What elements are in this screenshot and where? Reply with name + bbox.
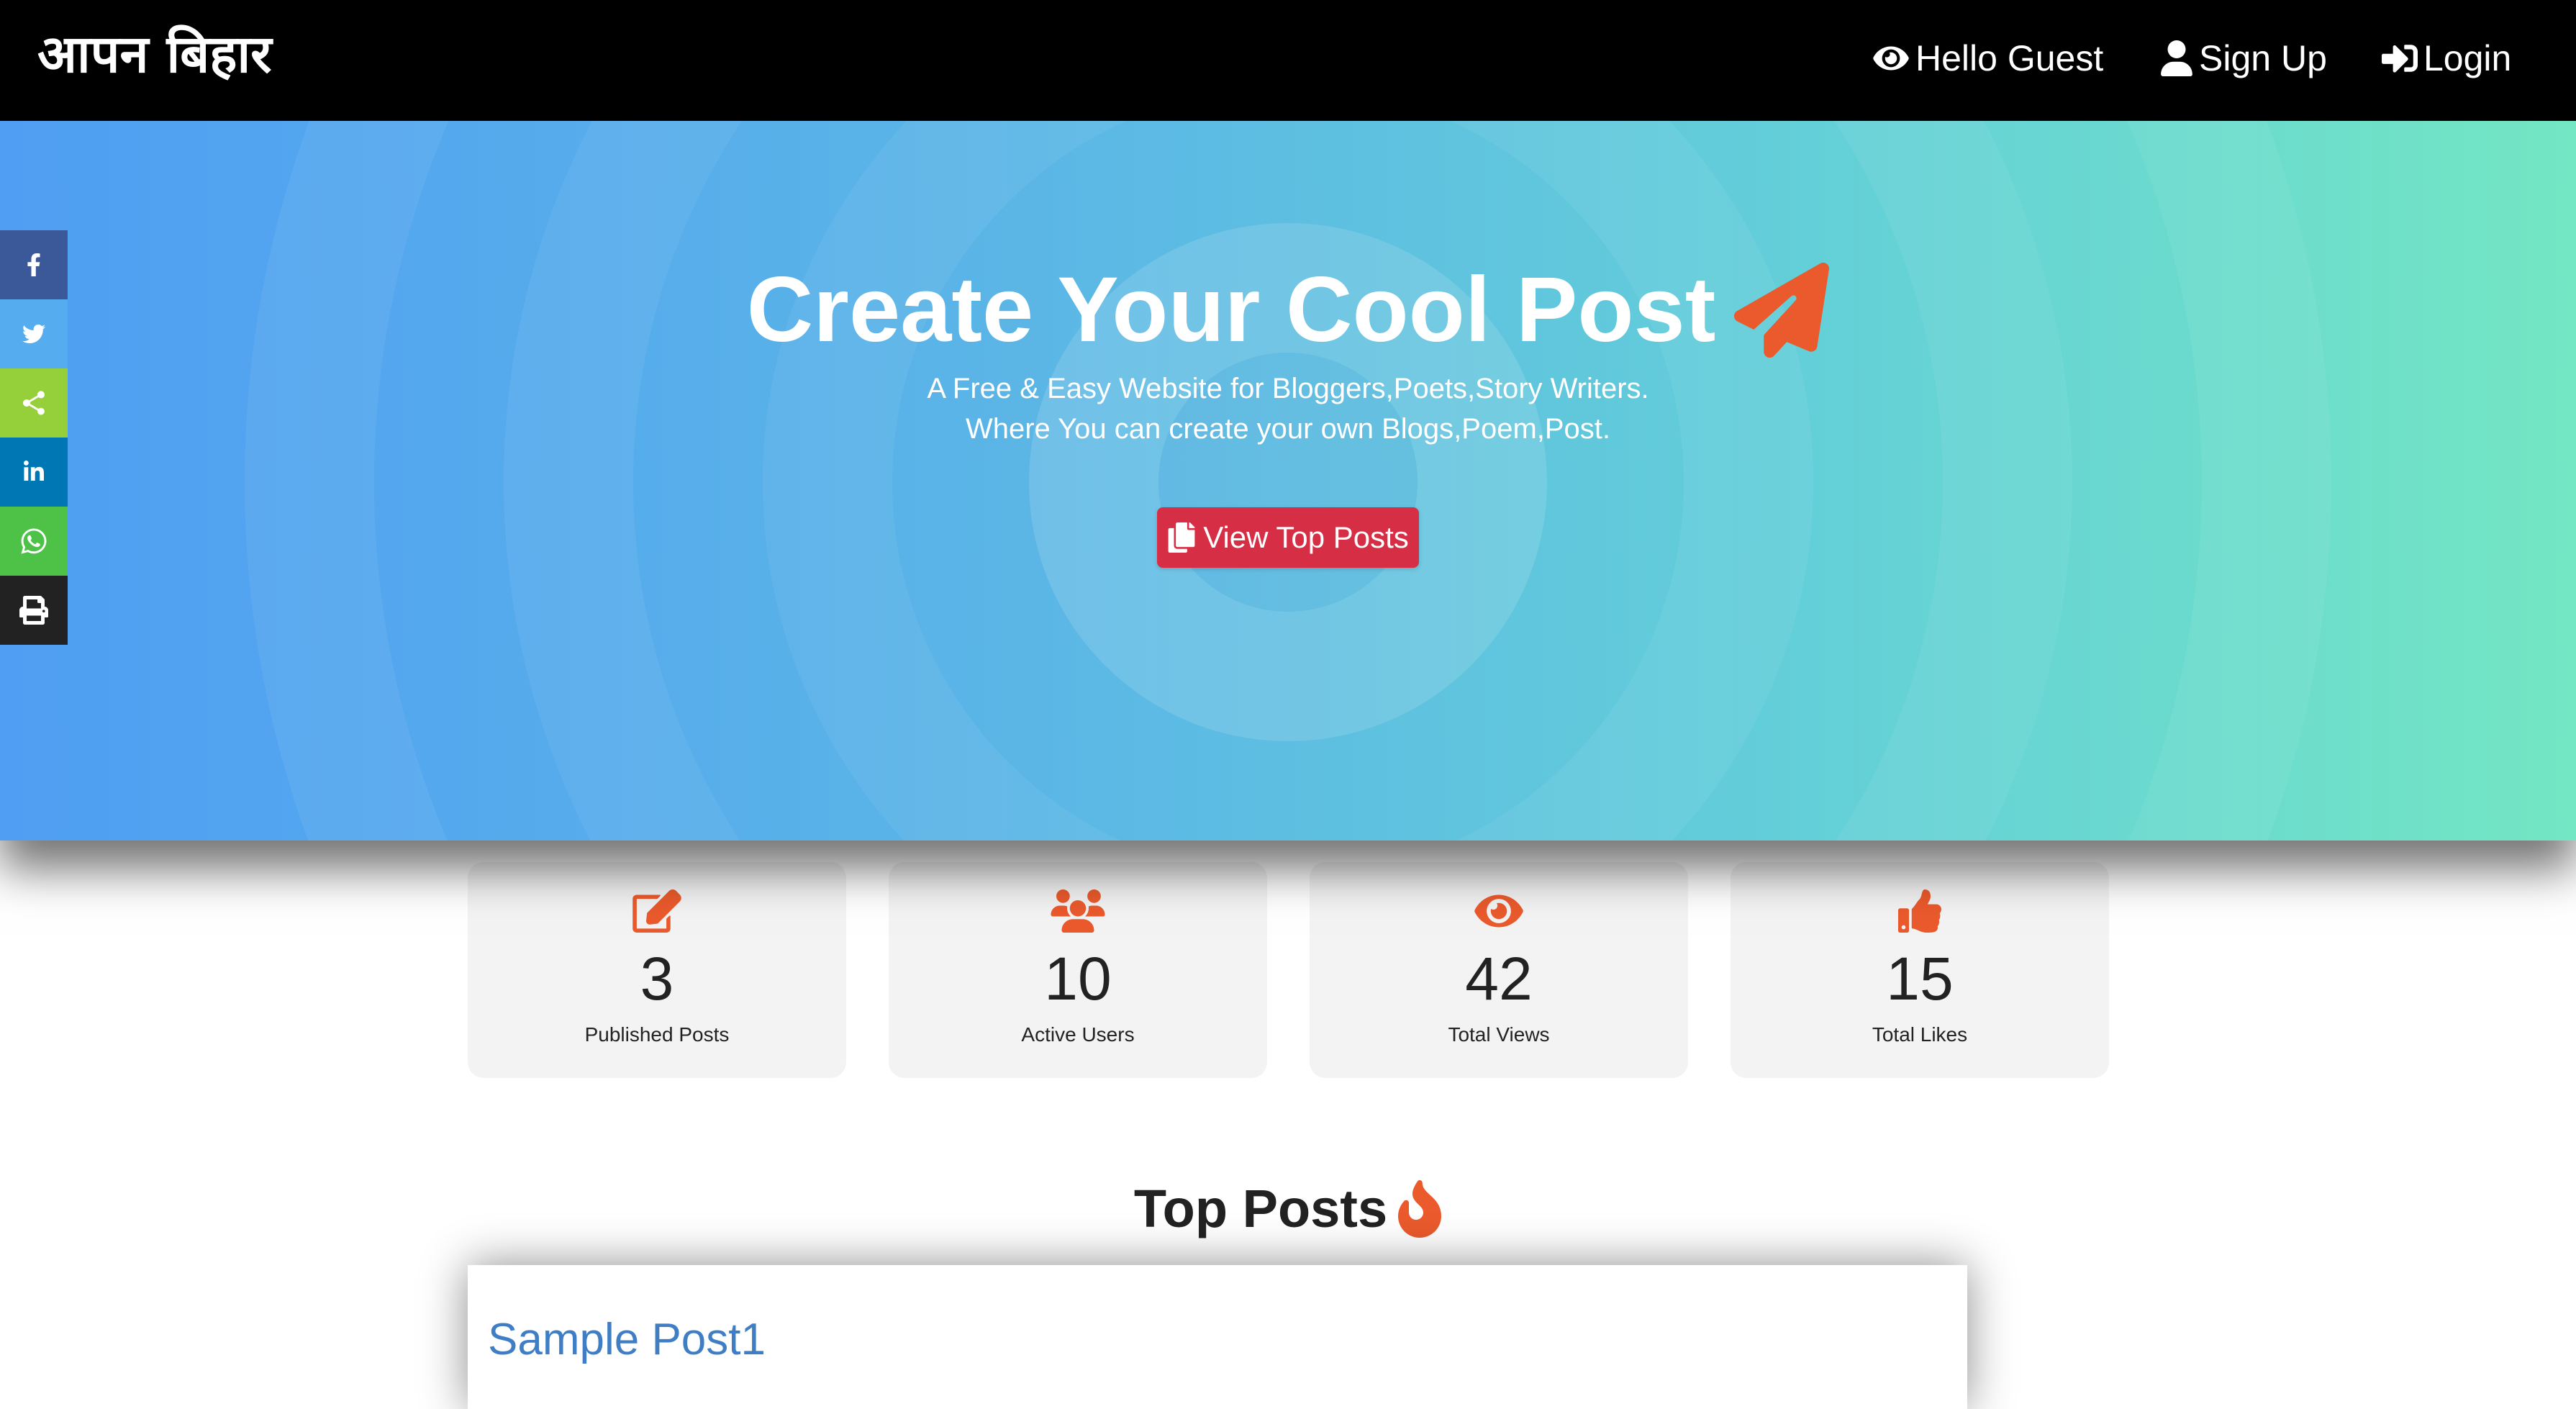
stat-value: 10 [1044,945,1112,1012]
nav-login[interactable]: Login [2382,33,2511,83]
copy-icon [1168,522,1195,553]
linkedin-icon [24,461,44,481]
stat-label: Active Users [1021,1023,1135,1046]
eye-icon [1873,46,1909,71]
whatsapp-share-button[interactable] [0,507,68,576]
social-share-bar [0,230,68,645]
stat-value: 15 [1886,945,1954,1012]
stat-card-published-posts: 3 Published Posts [468,862,846,1078]
top-posts-title: Top Posts [1133,1179,1388,1238]
print-icon [19,596,48,625]
stat-value: 42 [1465,945,1533,1012]
eye-icon [1474,894,1523,928]
top-navbar: आपन बिहार Hello Guest Sign Up Login [0,0,2576,121]
user-icon [2161,40,2192,76]
thumbs-up-icon [1898,889,1941,933]
paper-plane-icon [1734,263,1830,358]
stat-card-total-likes: 15 Total Likes [1731,862,2109,1078]
hero-title: Create Your Cool Post [0,256,2576,364]
hero-title-text: Create Your Cool Post [746,258,1716,361]
stat-icon-wrap [1731,889,2109,933]
hero-banner: Create Your Cool Post A Free & Easy Webs… [0,121,2576,841]
stat-value: 3 [640,945,674,1012]
view-top-posts-label: View Top Posts [1203,520,1409,554]
nav-sign-up[interactable]: Sign Up [2160,33,2327,83]
stat-label: Total Likes [1872,1023,1968,1046]
nav-hello-guest-label: Hello Guest [1915,38,2104,78]
stat-icon-wrap [1310,889,1688,933]
twitter-share-button[interactable] [0,299,68,368]
brand-logo[interactable]: आपन बिहार [37,22,272,86]
stat-card-total-views: 42 Total Views [1310,862,1688,1078]
post-card: Sample Post1 [468,1265,1967,1409]
stat-label: Total Views [1448,1023,1550,1046]
users-icon [1051,889,1105,933]
facebook-share-button[interactable] [0,230,68,299]
edit-icon [632,889,681,933]
fire-icon [1398,1180,1442,1238]
facebook-icon [27,253,40,276]
post-title-link[interactable]: Sample Post1 [488,1311,766,1369]
hero-subtitle-line1: A Free & Easy Website for Bloggers,Poets… [927,373,1649,404]
share-button[interactable] [0,368,68,438]
stat-label: Published Posts [584,1023,730,1046]
nav-login-label: Login [2423,38,2512,78]
hero-subtitle-line2: Where You can create your own Blogs,Poem… [965,413,1611,445]
twitter-icon [22,325,46,343]
share-icon [23,391,45,415]
nav-sign-up-label: Sign Up [2199,38,2327,78]
stat-card-active-users: 10 Active Users [889,862,1267,1078]
view-top-posts-button[interactable]: View Top Posts [1157,507,1419,568]
whatsapp-icon [21,528,47,554]
sign-in-icon [2382,45,2418,73]
nav-hello-guest[interactable]: Hello Guest [1872,33,2103,83]
linkedin-share-button[interactable] [0,438,68,507]
top-posts-heading: Top Posts [0,1173,2576,1245]
stat-icon-wrap [889,889,1267,933]
hero-background-rings [245,121,2331,841]
stat-icon-wrap [468,889,846,933]
print-button[interactable] [0,576,68,645]
